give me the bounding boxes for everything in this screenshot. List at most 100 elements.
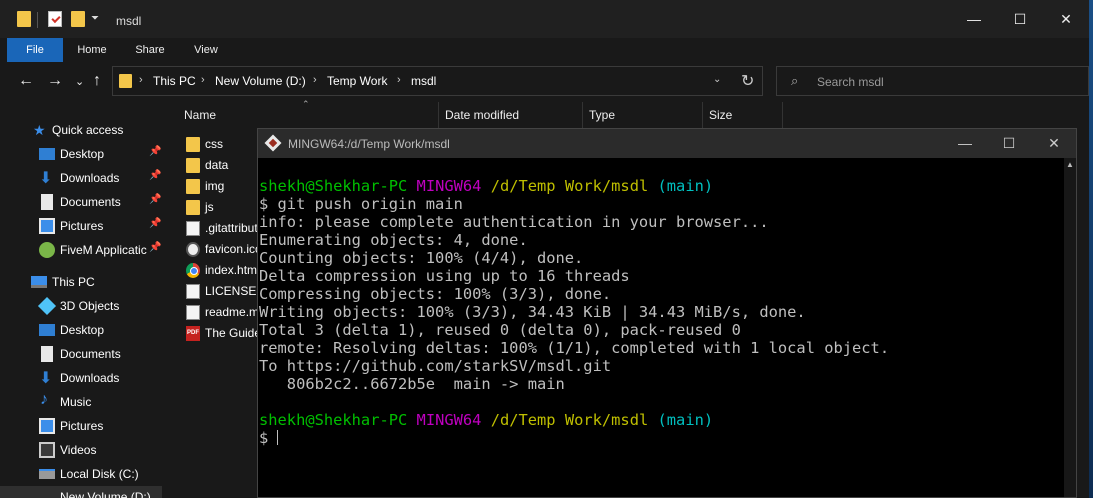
terminal-titlebar[interactable]: MINGW64:/d/Temp Work/msdl — ☐ ✕ (258, 129, 1076, 158)
list-item[interactable]: data (164, 155, 264, 176)
breadcrumb-this-pc[interactable]: This PC (153, 74, 196, 88)
list-item[interactable]: LICENSE (164, 281, 264, 302)
maximize-button[interactable]: ☐ (997, 0, 1043, 38)
new-folder-icon[interactable] (71, 11, 85, 27)
list-item[interactable]: readme.md (164, 302, 264, 323)
recent-locations-chevron-icon[interactable]: ⌄ (75, 72, 84, 92)
input-line[interactable]: $ (259, 429, 280, 447)
back-arrow-icon[interactable]: ← (18, 71, 34, 91)
column-divider[interactable] (702, 102, 703, 128)
breadcrumb-separator[interactable]: › (313, 74, 317, 86)
nav-item-fivem[interactable]: FiveM Applicatic 📌 (0, 238, 164, 262)
prompt-system: MINGW64 (416, 177, 482, 195)
up-arrow-icon[interactable]: ↑ (93, 71, 101, 91)
list-item[interactable]: index.html (164, 260, 264, 281)
nav-label: Documents (60, 347, 121, 361)
tab-share[interactable]: Share (126, 38, 174, 62)
address-bar[interactable]: › This PC › New Volume (D:) › Temp Work … (112, 66, 763, 96)
breadcrumb-separator[interactable]: › (397, 74, 401, 86)
column-size[interactable]: Size (709, 108, 732, 122)
explorer-titlebar: ⏷ msdl — ☐ ✕ (0, 0, 1089, 38)
nav-item-desktop-pc[interactable]: Desktop (0, 318, 164, 342)
prompt-symbol: $ (259, 429, 269, 447)
file-list: css data img js .gitattributes favicon.i… (164, 128, 264, 498)
pin-icon: 📌 (149, 218, 162, 229)
properties-icon[interactable] (48, 11, 62, 27)
nav-item-downloads-pc[interactable]: ⬇ Downloads (0, 366, 164, 390)
column-type[interactable]: Type (589, 108, 615, 122)
documents-icon (41, 346, 53, 362)
chrome-icon (186, 263, 200, 278)
terminal-output[interactable]: shekh@Shekhar-PC MINGW64 /d/Temp Work/ms… (258, 158, 1064, 497)
file-name: .gitattributes (205, 221, 264, 235)
window-title: msdl (116, 14, 142, 28)
output-line: $ git push origin main (259, 195, 463, 213)
output-line: Writing objects: 100% (3/3), 34.43 KiB |… (259, 303, 806, 321)
nav-label: Quick access (52, 123, 124, 137)
nav-item-downloads[interactable]: ⬇ Downloads 📌 (0, 166, 164, 190)
list-item[interactable]: .gitattributes (164, 218, 264, 239)
tab-file[interactable]: File (7, 38, 63, 62)
nav-item-3d-objects[interactable]: 3D Objects (0, 294, 164, 318)
nav-item-quick-access[interactable]: ★ Quick access (0, 118, 164, 142)
nav-item-pictures-pc[interactable]: Pictures (0, 414, 164, 438)
breadcrumb-separator[interactable]: › (201, 74, 205, 86)
close-button[interactable]: ✕ (1043, 0, 1089, 38)
list-item[interactable]: PDF The Guide.pdf (164, 323, 264, 344)
desktop-icon (39, 324, 55, 336)
nav-item-this-pc[interactable]: This PC (0, 270, 164, 294)
prompt-line: shekh@Shekhar-PC MINGW64 /d/Temp Work/ms… (259, 411, 713, 429)
minimize-button[interactable]: — (951, 0, 997, 38)
toolbar-divider (37, 12, 38, 28)
terminal-scrollbar[interactable]: ▲ (1064, 158, 1076, 497)
nav-item-documents[interactable]: Documents 📌 (0, 190, 164, 214)
terminal-minimize-button[interactable]: — (942, 129, 988, 158)
pin-icon: 📌 (149, 242, 162, 253)
output-line: Compressing objects: 100% (3/3), done. (259, 285, 612, 303)
scroll-up-arrow-icon[interactable]: ▲ (1066, 160, 1074, 169)
list-item[interactable]: img (164, 176, 264, 197)
file-name: js (205, 200, 214, 214)
nav-item-local-disk[interactable]: Local Disk (C:) (0, 462, 164, 486)
download-arrow-icon: ⬇ (39, 170, 53, 187)
breadcrumb-new-volume[interactable]: New Volume (D:) (215, 74, 306, 88)
nav-label: Desktop (60, 323, 105, 337)
nav-item-documents-pc[interactable]: Documents (0, 342, 164, 366)
nav-label: Documents (60, 195, 121, 209)
cube-icon (37, 296, 57, 316)
list-item[interactable]: favicon.ico (164, 239, 264, 260)
nav-item-videos[interactable]: Videos (0, 438, 164, 462)
customize-toolbar-icon[interactable]: ⏷ (91, 13, 99, 24)
list-item[interactable]: css (164, 134, 264, 155)
column-divider[interactable] (582, 102, 583, 128)
column-divider[interactable] (782, 102, 783, 128)
list-item[interactable]: js (164, 197, 264, 218)
terminal-maximize-button[interactable]: ☐ (986, 129, 1032, 158)
prompt-branch: (main) (657, 177, 714, 195)
column-divider[interactable] (438, 102, 439, 128)
nav-item-new-volume-selected[interactable]: New Volume (D:) (0, 486, 162, 498)
refresh-icon[interactable]: ↻ (741, 71, 754, 91)
search-placeholder: Search msdl (817, 75, 884, 89)
nav-item-pictures[interactable]: Pictures 📌 (0, 214, 164, 238)
folder-icon (119, 74, 132, 88)
column-headers: ⌃ Name Date modified Type Size (164, 99, 1089, 128)
search-input[interactable]: ⌕ Search msdl (776, 66, 1089, 96)
mingw-terminal-window[interactable]: MINGW64:/d/Temp Work/msdl — ☐ ✕ shekh@Sh… (257, 128, 1077, 498)
terminal-close-button[interactable]: ✕ (1031, 129, 1077, 158)
tab-home[interactable]: Home (68, 38, 116, 62)
address-dropdown-chevron-icon[interactable]: ⌄ (713, 74, 721, 85)
nav-label: Desktop (60, 147, 105, 161)
nav-item-music[interactable]: ♪ Music (0, 390, 164, 414)
column-name[interactable]: Name (184, 108, 216, 122)
tab-view[interactable]: View (182, 38, 230, 62)
nav-item-desktop[interactable]: Desktop 📌 (0, 142, 164, 166)
breadcrumb-temp-work[interactable]: Temp Work (327, 74, 387, 88)
breadcrumb-separator[interactable]: › (139, 74, 143, 86)
download-arrow-icon: ⬇ (39, 370, 53, 387)
output-line: info: please complete authentication in … (259, 213, 769, 231)
forward-arrow-icon[interactable]: → (47, 71, 63, 91)
folder-icon (17, 11, 31, 27)
column-date-modified[interactable]: Date modified (445, 108, 519, 122)
breadcrumb-msdl[interactable]: msdl (411, 74, 436, 88)
